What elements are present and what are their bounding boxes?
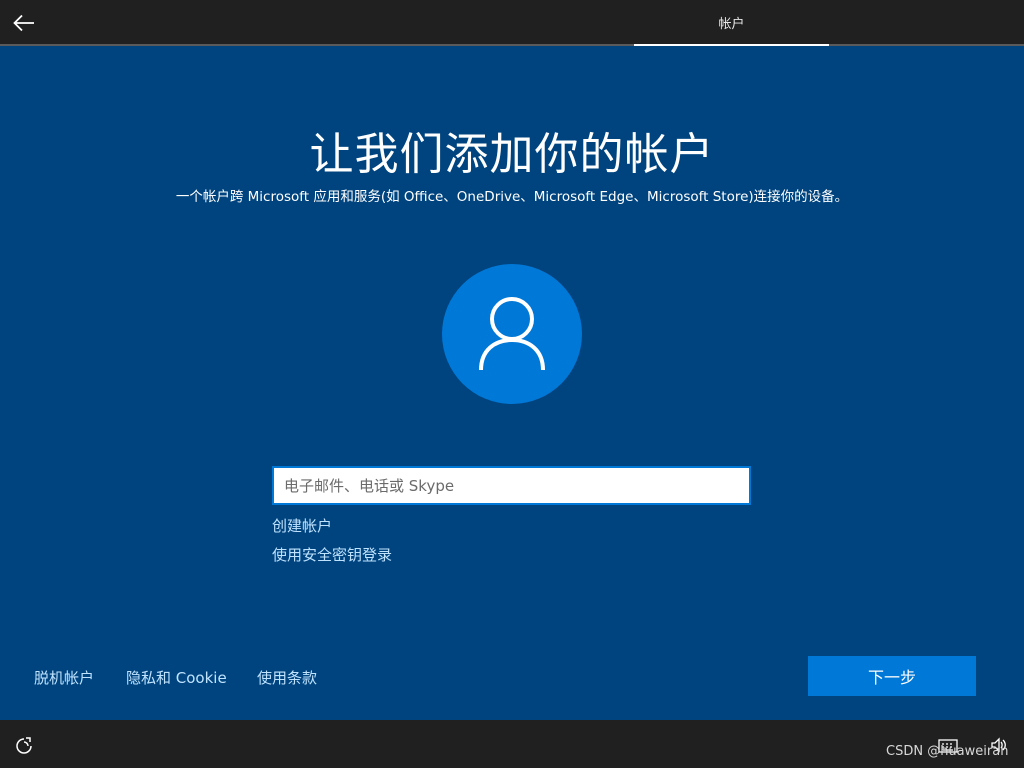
main-content: 让我们添加你的帐户 一个帐户跨 Microsoft 应用和服务(如 Office… [0, 46, 1024, 720]
arrow-left-icon [13, 14, 34, 32]
bottom-bar: CSDN @huaweiran [0, 720, 1024, 768]
next-button[interactable]: 下一步 [808, 656, 976, 696]
tab-account: 帐户 [634, 0, 829, 46]
email-field[interactable] [272, 466, 751, 505]
ease-of-access-icon[interactable] [14, 736, 34, 756]
user-icon [479, 297, 545, 371]
page-subtitle: 一个帐户跨 Microsoft 应用和服务(如 Office、OneDrive、… [175, 189, 849, 205]
privacy-cookie-link[interactable]: 隐私和 Cookie [126, 667, 227, 688]
back-button[interactable] [10, 9, 38, 37]
watermark: CSDN @huaweiran [886, 744, 1009, 759]
terms-of-use-link[interactable]: 使用条款 [257, 667, 317, 688]
tab-account-label: 帐户 [718, 16, 745, 32]
create-account-link[interactable]: 创建帐户 [272, 515, 332, 536]
top-bar: 帐户 [0, 0, 1024, 46]
avatar [442, 264, 582, 404]
offline-account-link[interactable]: 脱机帐户 [34, 667, 94, 688]
security-key-signin-link[interactable]: 使用安全密钥登录 [272, 544, 392, 565]
page-title: 让我们添加你的帐户 [309, 129, 715, 180]
